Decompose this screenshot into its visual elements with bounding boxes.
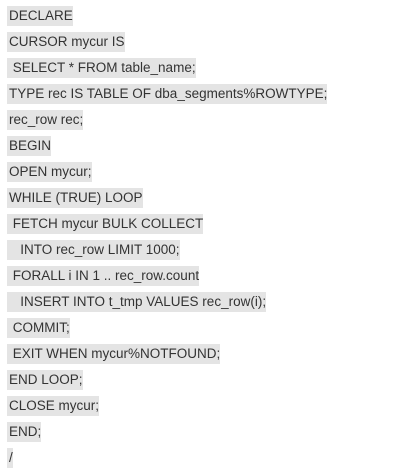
code-line: WHILE (TRUE) LOOP (7, 185, 407, 211)
code-line-text: FETCH mycur BULK COLLECT (7, 214, 204, 234)
code-line-text: BEGIN (7, 136, 52, 156)
code-line: FETCH mycur BULK COLLECT (7, 211, 407, 237)
code-line: DECLARE (7, 3, 407, 29)
code-line-text: EXIT WHEN mycur%NOTFOUND; (7, 344, 221, 364)
code-line: / (7, 445, 407, 471)
code-line: COMMIT; (7, 315, 407, 341)
code-line-text: FORALL i IN 1 .. rec_row.count (7, 266, 200, 286)
code-line-text: DECLARE (7, 6, 73, 26)
code-line-text: INSERT INTO t_tmp VALUES rec_row(i); (7, 292, 267, 312)
code-line: FORALL i IN 1 .. rec_row.count (7, 263, 407, 289)
code-line: EXIT WHEN mycur%NOTFOUND; (7, 341, 407, 367)
code-line: SELECT * FROM table_name; (7, 55, 407, 81)
code-line: INTO rec_row LIMIT 1000; (7, 237, 407, 263)
code-line-text: COMMIT; (7, 318, 70, 338)
code-line-text: rec_row rec; (7, 110, 84, 130)
code-line: rec_row rec; (7, 107, 407, 133)
code-line-text: WHILE (TRUE) LOOP (7, 188, 143, 208)
code-line: CLOSE mycur; (7, 393, 407, 419)
code-line-text: INTO rec_row LIMIT 1000; (7, 240, 180, 260)
code-line: CURSOR mycur IS (7, 29, 407, 55)
code-line-text: CLOSE mycur; (7, 396, 100, 416)
code-line: END; (7, 419, 407, 445)
code-line: END LOOP; (7, 367, 407, 393)
code-line: BEGIN (7, 133, 407, 159)
code-line: OPEN mycur; (7, 159, 407, 185)
code-line-text: CURSOR mycur IS (7, 32, 125, 52)
code-line-text: / (7, 448, 13, 468)
code-block: DECLARE CURSOR mycur IS SELECT * FROM ta… (7, 3, 407, 471)
code-line-text: END; (7, 422, 42, 442)
code-line-text: OPEN mycur; (7, 162, 92, 182)
code-line: INSERT INTO t_tmp VALUES rec_row(i); (7, 289, 407, 315)
code-line-text: END LOOP; (7, 370, 83, 390)
code-line-text: SELECT * FROM table_name; (7, 58, 196, 78)
code-line: TYPE rec IS TABLE OF dba_segments%ROWTYP… (7, 81, 407, 107)
code-line-text: TYPE rec IS TABLE OF dba_segments%ROWTYP… (7, 84, 328, 104)
